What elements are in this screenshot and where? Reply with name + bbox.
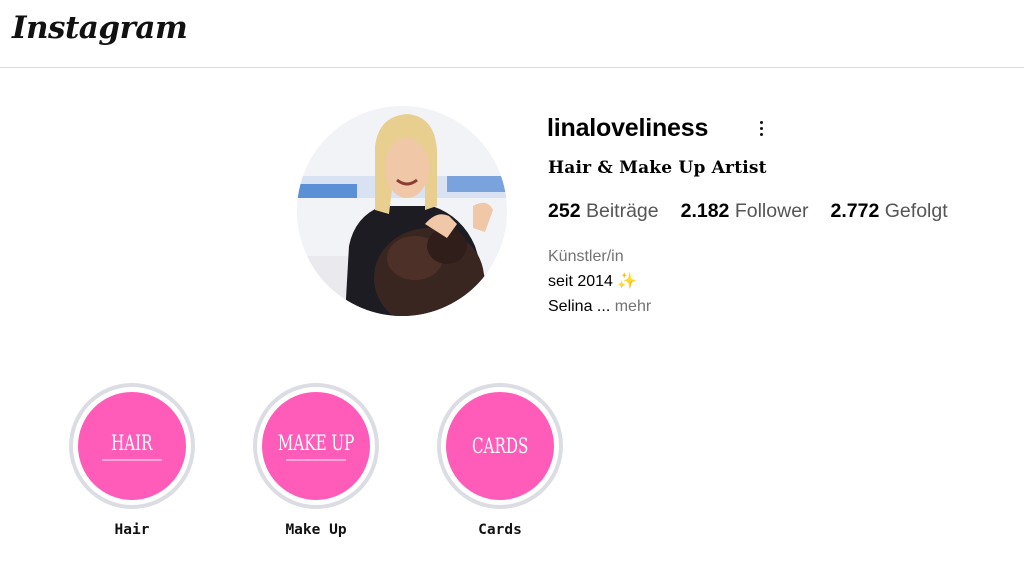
profile-photo (297, 106, 507, 316)
highlight-ring: HAIR (69, 383, 195, 509)
highlight-hair[interactable]: HAIR Hair (69, 383, 195, 538)
more-link[interactable]: mehr (615, 298, 651, 315)
sparkles-icon: ✨ (617, 273, 638, 290)
highlight-cover-text: MAKE UP (277, 431, 355, 455)
highlight-label: Cards (478, 522, 522, 538)
dot (759, 120, 763, 124)
posts-count-value: 252 (548, 200, 581, 222)
highlight-cover-underline (102, 459, 162, 461)
posts-count[interactable]: 252 Beiträge (548, 200, 659, 223)
profile-category: Künstler/in (548, 248, 624, 265)
bio-line-2-text: Selina ... (548, 298, 611, 315)
followers-count-label: Follower (734, 200, 809, 222)
highlight-label: Make Up (285, 522, 347, 538)
posts-count-label: Beiträge (585, 200, 659, 222)
profile-full-name: Hair & Make Up Artist (548, 158, 767, 178)
instagram-logo[interactable]: Instagram (12, 10, 188, 46)
bio-line-1: seit 2014 ✨ (548, 269, 651, 294)
bio-line-2: Selina ... mehr (548, 294, 651, 319)
highlight-cover: CARDS (446, 392, 554, 500)
profile-bio: Künstler/in seit 2014 ✨ Selina ... mehr (548, 244, 651, 319)
highlight-cover-text: HAIR (111, 431, 153, 455)
dot (759, 132, 763, 136)
followers-count[interactable]: 2.182 Follower (681, 200, 809, 223)
highlight-ring-gap: CARDS (441, 387, 559, 505)
highlight-label: Hair (114, 522, 150, 538)
highlight-cover-text: CARDS (471, 434, 529, 458)
highlight-cover: HAIR (78, 392, 186, 500)
username[interactable]: linaloveliness (547, 114, 708, 143)
highlight-make-up[interactable]: MAKE UP Make Up (253, 383, 379, 538)
profile-stats: 252 Beiträge 2.182 Follower 2.772 Gefolg… (548, 200, 970, 223)
following-count-label: Gefolgt (884, 200, 948, 222)
highlight-ring: MAKE UP (253, 383, 379, 509)
highlight-ring: CARDS (437, 383, 563, 509)
more-options-icon[interactable] (752, 116, 770, 140)
profile-avatar[interactable] (297, 106, 507, 316)
highlight-ring-gap: HAIR (73, 387, 191, 505)
following-count-value: 2.772 (830, 200, 880, 222)
highlight-ring-gap: MAKE UP (257, 387, 375, 505)
highlight-cards[interactable]: CARDS Cards (437, 383, 563, 538)
username-row: linaloveliness (547, 112, 708, 144)
following-count[interactable]: 2.772 Gefolgt (831, 200, 948, 223)
highlight-cover: MAKE UP (262, 392, 370, 500)
top-navigation-bar: Instagram (0, 0, 1024, 68)
followers-count-value: 2.182 (680, 200, 730, 222)
dot (759, 126, 763, 130)
bio-line-1-text: seit 2014 (548, 273, 613, 290)
highlight-cover-underline (286, 459, 346, 461)
